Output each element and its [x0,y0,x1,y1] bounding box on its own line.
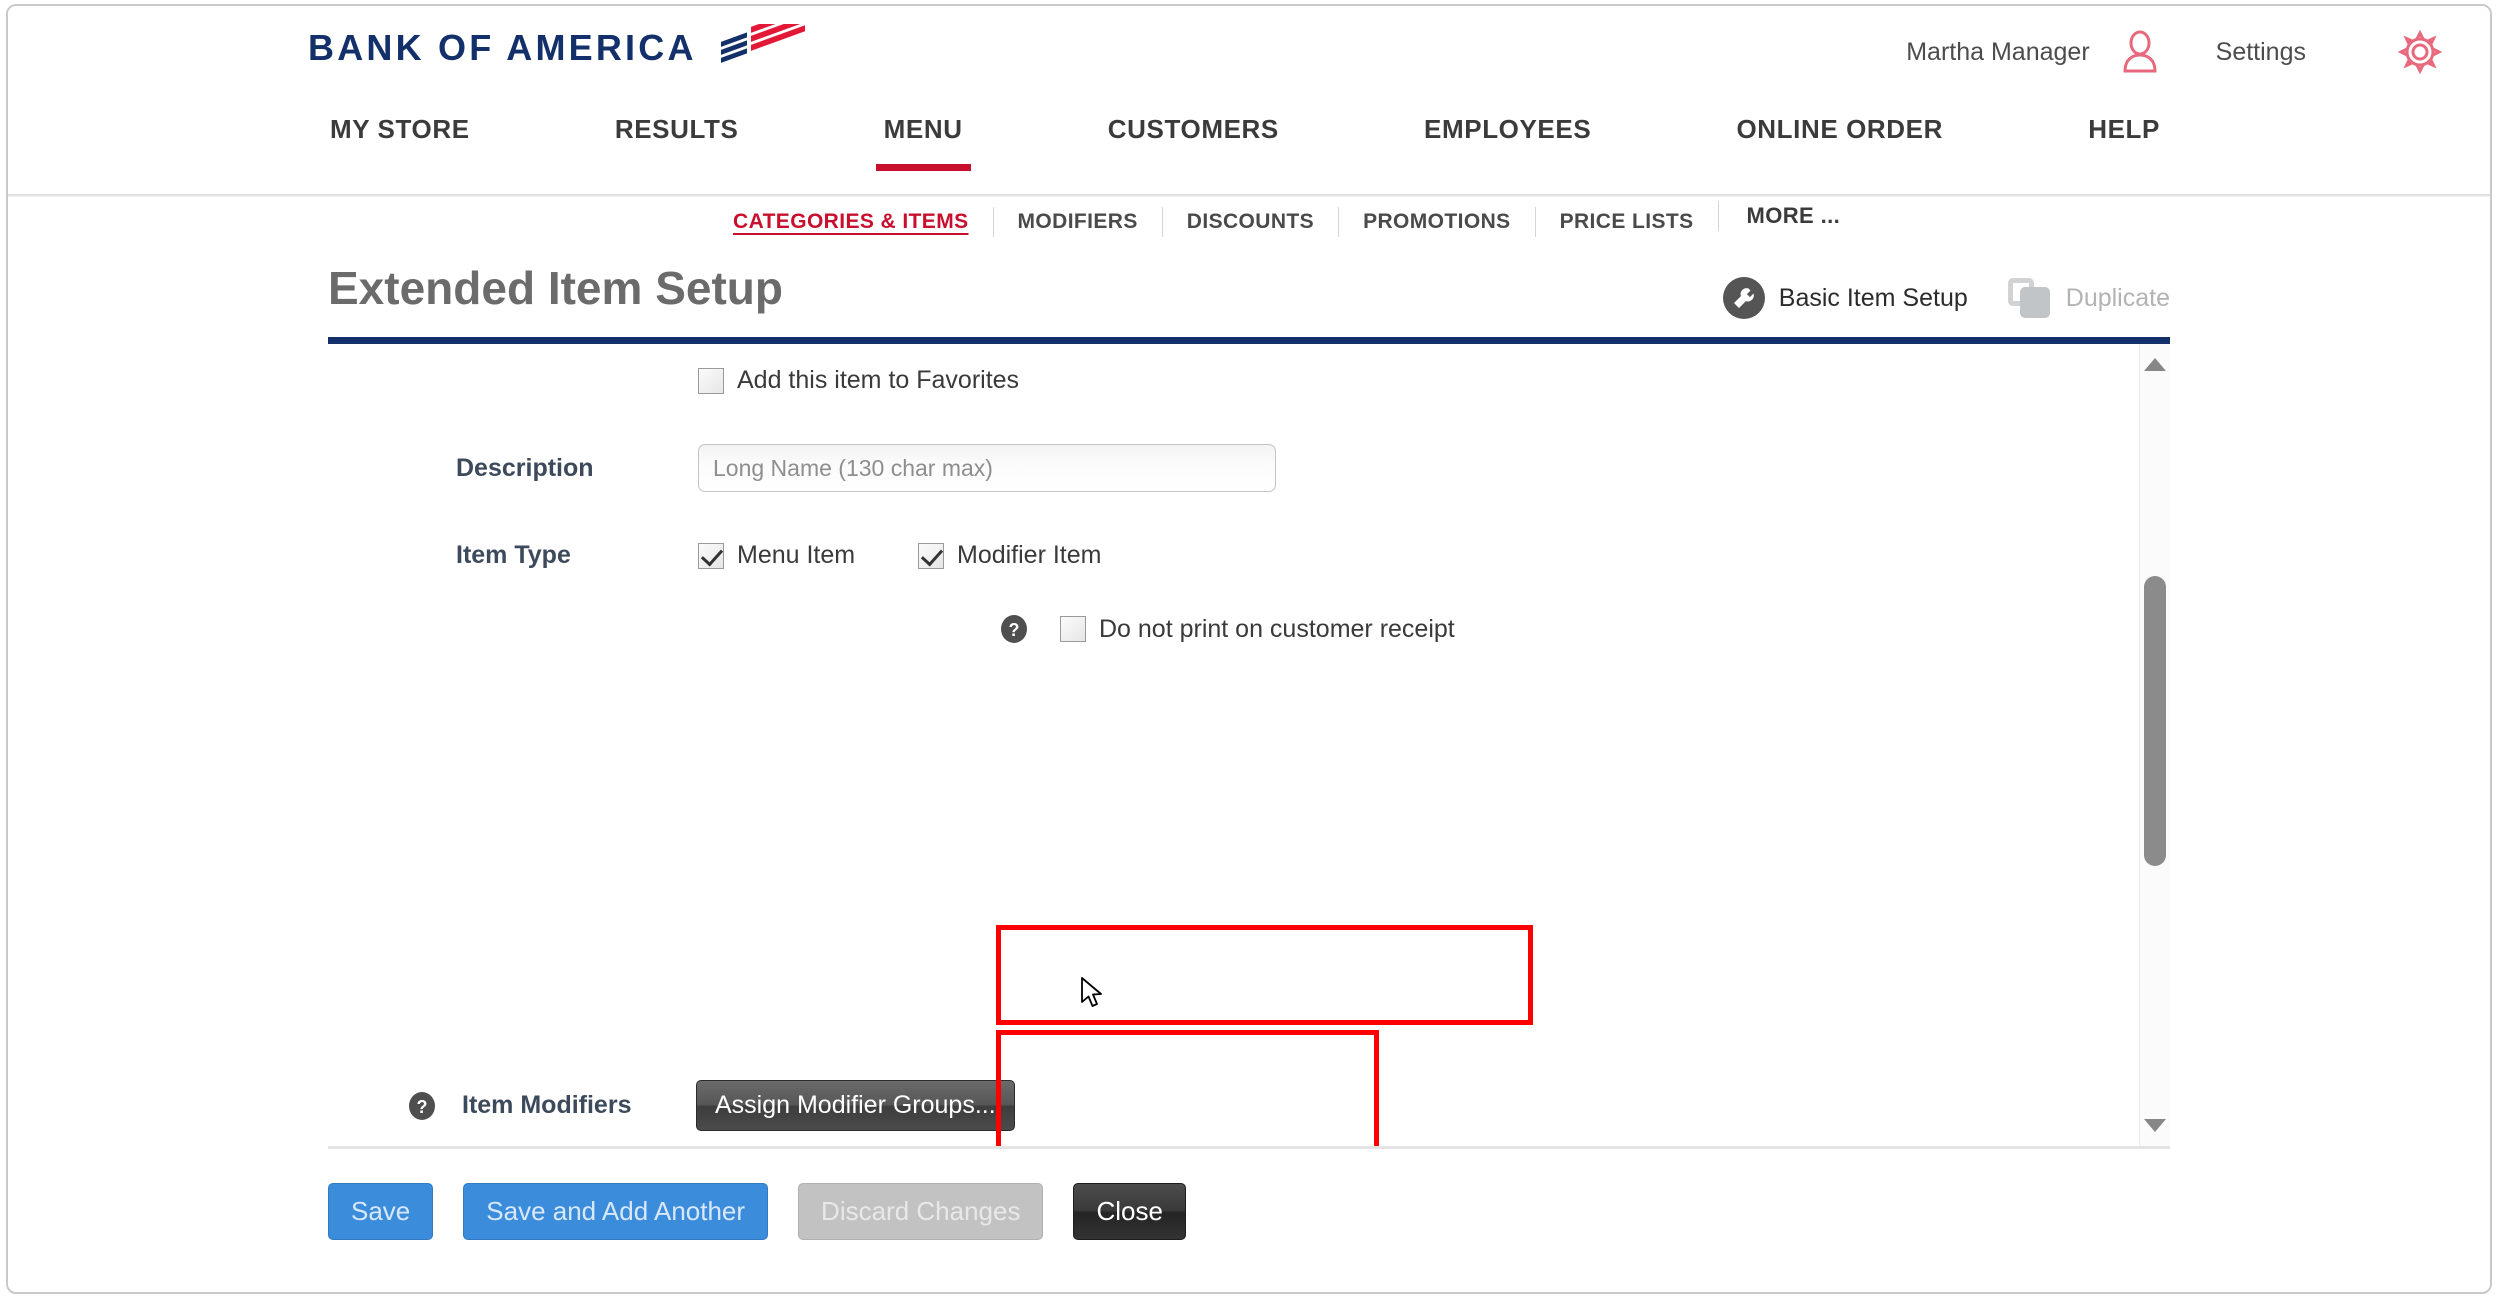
header-right-controls: Martha Manager Settings [1906,24,2442,80]
item-modifiers-label: Item Modifiers [462,1091,632,1119]
save-and-add-another-button[interactable]: Save and Add Another [463,1183,769,1240]
sub-navigation: CATEGORIES & ITEMS MODIFIERS DISCOUNTS P… [8,197,2490,259]
do-not-print-label: Do not print on customer receipt [1099,614,1455,643]
scroll-down-arrow[interactable] [2144,1119,2166,1132]
wrench-icon [1722,277,1765,319]
nav-item-menu[interactable]: MENU [875,114,971,171]
menu-item-checkbox[interactable] [698,542,724,569]
favorites-checkbox-group[interactable]: Add this item to Favorites [698,366,1019,395]
form-panel: Add this item to Favorites Description I… [328,344,2170,1149]
discard-changes-button[interactable]: Discard Changes [798,1183,1044,1240]
form-scroll-area: Add this item to Favorites Description I… [328,344,2122,1146]
nav-item-results[interactable]: RESULTS [615,114,739,157]
vertical-scrollbar[interactable] [2139,344,2170,1146]
settings-label[interactable]: Settings [2216,38,2306,67]
gear-icon[interactable] [2398,30,2442,74]
row-description: Description [456,444,1276,492]
item-type-label: Item Type [456,541,571,569]
favorites-label: Add this item to Favorites [737,366,1020,394]
svg-text:?: ? [417,1097,428,1117]
bank-of-america-flag-icon [715,7,809,72]
person-icon[interactable] [2120,30,2160,74]
nav-item-my-store[interactable]: MY STORE [330,114,470,157]
page-title: Extended Item Setup [328,262,783,314]
modifier-item-label: Modifier Item [957,541,1102,569]
duplicate-label: Duplicate [2065,283,2170,312]
basic-item-setup-button[interactable]: Basic Item Setup [1722,277,1968,319]
help-icon-do-not-print[interactable]: ? [1000,614,1028,644]
nav-item-help[interactable]: HELP [2088,114,2160,157]
page-title-row: Extended Item Setup Basic Item Setup Dup… [328,259,2170,337]
subnav-item-more[interactable]: MORE ... [1717,201,1865,231]
annotation-box-do-not-print [996,925,1533,1025]
subnav-item-price-lists[interactable]: PRICE LISTS [1534,207,1718,237]
row-favorites: Add this item to Favorites [698,366,1019,395]
nav-item-customers[interactable]: CUSTOMERS [1108,114,1279,157]
subnav-item-discounts[interactable]: DISCOUNTS [1161,207,1338,237]
scrollbar-thumb[interactable] [2144,576,2166,866]
row-item-modifiers: ? Item Modifiers Assign Modifier Groups.… [408,1080,1015,1131]
title-underline [328,337,2170,344]
modifier-item-checkbox[interactable] [918,542,944,569]
close-button[interactable]: Close [1073,1183,1186,1240]
brand-wordmark: BANK OF AMERICA [308,27,697,68]
modifier-item-checkbox-group[interactable]: Modifier Item [918,541,1101,570]
favorites-checkbox[interactable] [698,367,724,394]
save-button[interactable]: Save [328,1183,434,1240]
svg-text:?: ? [1009,620,1020,640]
nav-item-employees[interactable]: EMPLOYEES [1424,114,1591,157]
annotation-box-item-modifiers [996,1030,1379,1146]
user-name-label: Martha Manager [1906,37,2090,66]
do-not-print-checkbox-group[interactable]: Do not print on customer receipt [1060,615,1455,644]
menu-item-checkbox-group[interactable]: Menu Item [698,541,918,570]
assign-modifier-groups-button[interactable]: Assign Modifier Groups... [696,1080,1015,1131]
main-navigation: MY STORE RESULTS MENU CUSTOMERS EMPLOYEE… [8,114,2490,178]
do-not-print-container: ? Do not print on customer receipt [1000,614,1455,644]
description-label: Description [456,453,594,482]
bank-of-america-logo[interactable]: BANK OF AMERICA [308,7,809,72]
do-not-print-checkbox[interactable] [1060,616,1086,642]
description-input[interactable] [698,444,1276,492]
duplicate-button[interactable]: Duplicate [2007,278,2170,318]
duplicate-icon [2007,278,2052,318]
scroll-up-arrow[interactable] [2144,358,2166,371]
row-item-type: Item Type Menu Item Modifier Item [456,540,1101,571]
subnav-item-categories-and-items[interactable]: CATEGORIES & ITEMS [733,207,993,237]
nav-item-online-order[interactable]: ONLINE ORDER [1736,114,1943,157]
basic-item-setup-label: Basic Item Setup [1778,283,1968,312]
top-header: BANK OF AMERICA Martha Manager Settings [8,6,2490,114]
help-icon-item-modifiers[interactable]: ? [408,1091,436,1121]
subnav-item-modifiers[interactable]: MODIFIERS [992,207,1162,237]
subnav-item-promotions[interactable]: PROMOTIONS [1338,207,1535,237]
footer-actions: Save Save and Add Another Discard Change… [328,1149,2170,1240]
menu-item-label: Menu Item [737,541,856,569]
mouse-cursor [1080,977,1106,1011]
app-window: BANK OF AMERICA Martha Manager Settings … [6,4,2492,1294]
